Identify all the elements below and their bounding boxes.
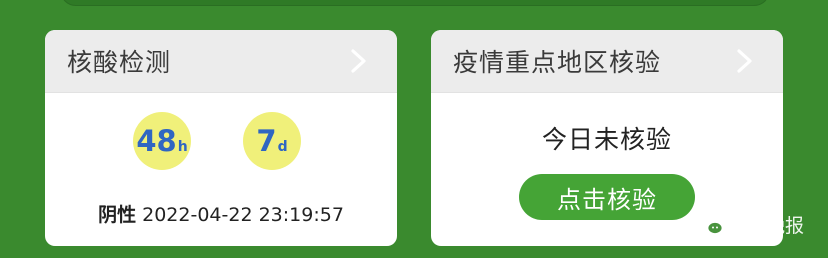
test-result-line: 阴性 2022-04-22 23:19:57 [45, 200, 397, 227]
nucleic-test-header[interactable]: 核酸检测 [45, 30, 397, 93]
top-panel-edge [60, 0, 770, 6]
chevron-right-icon[interactable] [347, 48, 371, 74]
key-area-verification-title: 疫情重点地区核验 [453, 48, 662, 77]
chevron-right-icon[interactable] [733, 48, 757, 74]
badge-7d-value: 7 [256, 124, 277, 158]
badge-7d: 7 d [243, 112, 301, 170]
nucleic-test-title: 核酸检测 [67, 48, 172, 77]
watermark: 齐鲁晚报 [696, 211, 804, 238]
watermark-text: 齐鲁晚报 [727, 215, 804, 237]
wechat-icon [697, 214, 724, 235]
nucleic-test-card[interactable]: 核酸检测 48 h 7 d 阴性 2022-04-22 23:19:57 [45, 30, 397, 246]
verification-status: 今日未核验 [541, 125, 672, 154]
badge-7d-unit: d [277, 139, 288, 155]
verify-button[interactable]: 点击核验 [519, 174, 695, 220]
badge-48h: 48 h [133, 112, 191, 170]
badge-48h-unit: h [177, 139, 188, 155]
key-area-verification-header[interactable]: 疫情重点地区核验 [431, 30, 783, 93]
validity-badges: 48 h 7 d [45, 110, 397, 180]
badge-48h-value: 48 [136, 124, 177, 158]
test-result-status: 阴性 [98, 204, 137, 226]
test-result-time: 2022-04-22 23:19:57 [142, 204, 344, 226]
